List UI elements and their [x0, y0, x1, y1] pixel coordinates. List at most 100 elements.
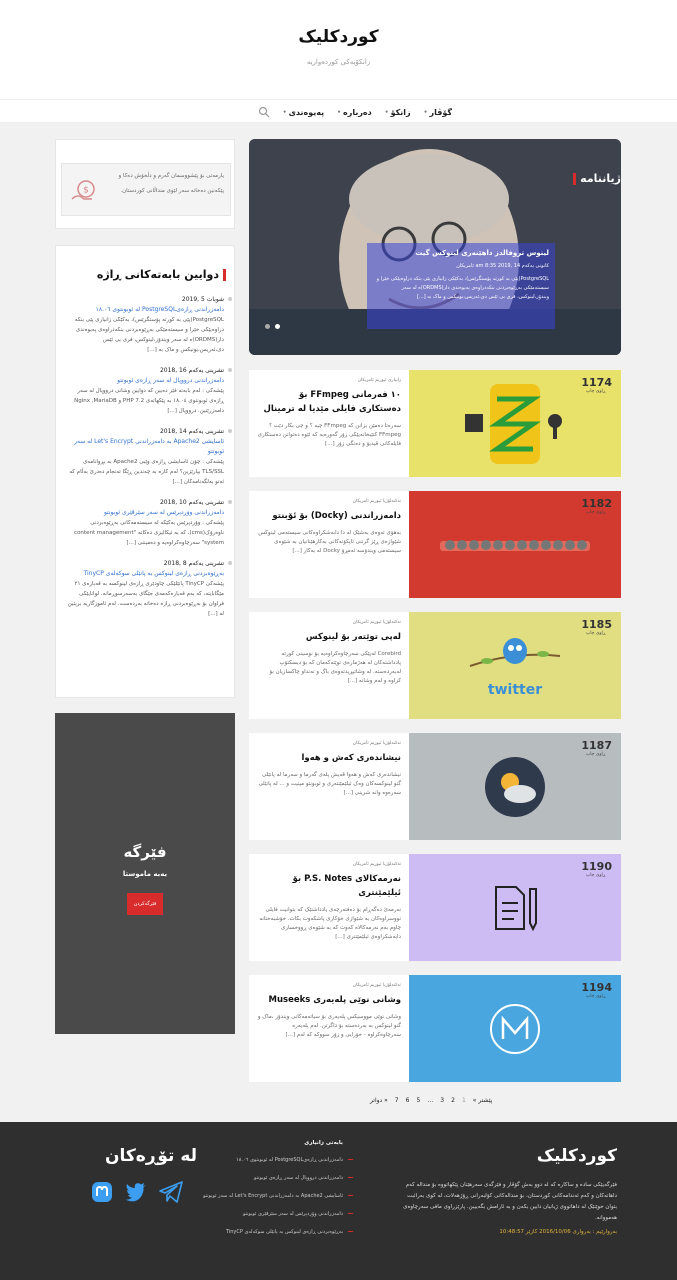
- page-link[interactable]: 7: [395, 1097, 399, 1104]
- featured-slider[interactable]: ژیاننامە لینوس تروفالدز داهێنەری لینوکس …: [249, 139, 621, 355]
- view-count-number: 1190: [581, 860, 612, 873]
- nav-item-about[interactable]: دەربارە •: [337, 108, 372, 117]
- museeks-icon: [490, 1003, 540, 1054]
- post-body: تەکنەلۆژیا ئیوریم ئامریکان لەپی توێتەر ب…: [249, 612, 409, 719]
- site-footer: کوردکلیک فێرگەیێکی سادە و ساکارە کە لە د…: [0, 1122, 677, 1280]
- donate-banner[interactable]: یارمەتی بۆ پێشووسمان گەرم و دڵخۆش دەکا و…: [61, 163, 231, 216]
- social-icons: [90, 1180, 184, 1204]
- site-title[interactable]: کوردکلیک: [0, 27, 677, 47]
- post-title[interactable]: نەرمەکالای P.S. Notes بۆ ئیلێمێنتری: [257, 872, 401, 900]
- next-page-link[interactable]: دواتر »: [370, 1097, 388, 1104]
- coin-hand-icon: $: [71, 180, 95, 200]
- dropdown-dot-icon: •: [384, 108, 389, 116]
- bullet-icon: [228, 297, 232, 301]
- view-count-label: ڕاوی چاپ: [586, 752, 606, 757]
- mastodon-icon[interactable]: [90, 1180, 114, 1204]
- post-excerpt: سەرەتا دەمێن بزانن کە FFmpeg چیە ؟ و چی …: [257, 423, 401, 447]
- view-count: 1187 ڕاوی چاپ: [581, 739, 612, 757]
- footer-link[interactable]: دامەزراندنی درووپال لە سەر ڕازەی ئوبونتو: [203, 1174, 353, 1182]
- view-count-label: ڕاوی چاپ: [586, 873, 606, 878]
- list-item: شوبات 5 ,2019 دامەزراندنی ڕازەیPostgreSQL…: [66, 296, 232, 355]
- current-page: 1: [461, 1097, 466, 1104]
- view-count: 1185 ڕاوی چاپ: [581, 618, 612, 636]
- site-header: کوردکلیک زانکۆیەکی کوردەواریە: [0, 0, 677, 99]
- twitter-bird-icon: twitter: [469, 637, 561, 698]
- page-link[interactable]: 3: [440, 1097, 444, 1104]
- footer-link[interactable]: ئاسایشی Apache2 بە دامەزراندنی Let's Enc…: [203, 1192, 353, 1200]
- post-title[interactable]: نیشاندەری کەش و هەوا: [257, 751, 401, 765]
- search-icon[interactable]: [258, 106, 270, 118]
- post-excerpt: PostgreSQL(پێی بە کورتە پۆستگرێس)، بەکێک…: [74, 317, 224, 353]
- view-count: 1182 ڕاوی چاپ: [581, 497, 612, 515]
- notes-icon: [495, 885, 537, 931]
- title-accent: [223, 268, 226, 281]
- page-link[interactable]: 2: [451, 1097, 455, 1104]
- slider-meta: کانونی یەکەم 14 ,2019 am 8:35 ئامریکان: [456, 263, 549, 269]
- footer-link[interactable]: بەڕێوەبردنی ڕازەی لینوکس بە پانێلی سوکەل…: [203, 1228, 353, 1236]
- post-body: تەکنەلۆژیا ئیوریم ئامریکان نیشاندەری کەش…: [249, 733, 409, 840]
- footer-link[interactable]: دامەزراندنی ڕازەیPostgreSQL لە ئوبونتوی …: [203, 1156, 353, 1164]
- footer-about-text: فێرگەیێکی سادە و ساکارە کە لە دوو بەش گۆ…: [403, 1182, 617, 1221]
- post-title[interactable]: لەپی توێتەر بۆ لینوکس: [257, 630, 401, 644]
- footer-date-label: بەروارێیم :: [592, 1229, 617, 1235]
- page: کوردکلیک زانکۆیەکی کوردەواریە گۆڤار • زان…: [0, 0, 677, 1280]
- post-title[interactable]: وشانی نوێی پلەیەری Museeks: [257, 993, 401, 1007]
- weather-icon: [485, 756, 545, 817]
- post-meta: تەکنەلۆژیا ئیوریم ئامریکان: [352, 499, 401, 504]
- prev-page-link[interactable]: « پێشتر: [473, 1097, 493, 1104]
- post-body: تەکنەلۆژیا ئیوریم ئامریکان وشانی نوێی پل…: [249, 975, 409, 1082]
- page-link[interactable]: 5: [416, 1097, 420, 1104]
- post-link[interactable]: بەڕێوەبردنی ڕازەی لینوکس بە پانێلی سوکەل…: [66, 569, 224, 579]
- post-date: تشرینی یەکەم 16 ,2018: [159, 367, 224, 374]
- post-body: تەکنەلۆژیا ئیوریم ئامریکان دامەزراندنی (…: [249, 491, 409, 598]
- view-count-number: 1182: [581, 497, 612, 510]
- widget-title-text: دوایین بابەتەکانی ڕاژە: [96, 268, 219, 281]
- pagination: دواتر » 7 6 5 … 3 2 1 « پێشتر: [370, 1097, 492, 1104]
- svg-text:twitter: twitter: [488, 682, 542, 698]
- slider-dots: [265, 324, 280, 329]
- donate-widget: یارمەتی بۆ پێشووسمان گەرم و دڵخۆش دەکا و…: [55, 139, 235, 229]
- svg-text:$: $: [83, 186, 89, 196]
- dropdown-dot-icon: •: [337, 108, 341, 116]
- view-count-label: ڕاوی چاپ: [586, 631, 606, 636]
- nav-item-contact[interactable]: پەیوەندی •: [283, 108, 324, 117]
- bullet-icon: [228, 368, 232, 372]
- slider-dot[interactable]: [265, 324, 270, 329]
- site-tagline: زانکۆیەکی کوردەواریە: [306, 58, 371, 66]
- post-date: تشرینی یەکەم 8 ,2018: [163, 560, 224, 567]
- telegram-icon[interactable]: [158, 1180, 184, 1204]
- post-card: زانیاری ئیوریم ئامریکان ١٠ فەرمانی FFmpe…: [249, 370, 621, 477]
- post-link[interactable]: ئاسایشی Apache2 بە دامەزراندنی Let's Enc…: [66, 437, 224, 457]
- post-excerpt: پێشەکی : لەم بابەتە فێر دەبین کە دوایین …: [74, 388, 224, 414]
- view-count: 1190 ڕاوی چاپ: [581, 860, 612, 878]
- page-ellipsis: …: [427, 1097, 434, 1104]
- post-excerpt: Corebird لەپێکی سەرچاوەکراوەیە بۆ نوسینی…: [269, 651, 401, 684]
- promo-button[interactable]: فێرگەکردن: [127, 893, 163, 915]
- post-title[interactable]: ١٠ فەرمانی FFmpeg بۆ دەستکاری فایلی مێدی…: [257, 388, 401, 416]
- post-date: تشرینی یەکەم 10 ,2018: [159, 499, 224, 506]
- post-title[interactable]: دامەزراندنی (Docky) بۆ ئۆبنتو: [257, 509, 401, 523]
- page-link[interactable]: 6: [406, 1097, 410, 1104]
- view-count: 1174 ڕاوی چاپ: [581, 376, 612, 394]
- view-count-label: ڕاوی چاپ: [586, 994, 606, 999]
- twitter-icon[interactable]: [124, 1180, 148, 1204]
- post-link[interactable]: دامەزراندنی وۆردپرێس لە سەر سێرڤێری ئوبو…: [66, 508, 224, 518]
- slider-dot[interactable]: [275, 324, 280, 329]
- post-body: زانیاری ئیوریم ئامریکان ١٠ فەرمانی FFmpe…: [249, 370, 409, 477]
- view-count-label: ڕاوی چاپ: [586, 389, 606, 394]
- nav-item-magazine[interactable]: گۆڤار •: [424, 108, 452, 117]
- post-card: تەکنەلۆژیا ئیوریم ئامریکان نیشاندەری کەش…: [249, 733, 621, 840]
- recent-list: شوبات 5 ,2019 دامەزراندنی ڕازەیPostgreSQL…: [66, 296, 232, 631]
- post-date: تشرینی یەکەم 14 ,2018: [159, 428, 224, 435]
- post-link[interactable]: دامەزراندنی درووپال لە سەر ڕازەی ئوبونتو: [66, 376, 224, 386]
- post-card: تەکنەلۆژیا ئیوریم ئامریکان دامەزراندنی (…: [249, 491, 621, 598]
- post-link[interactable]: دامەزراندنی ڕازەیPostgreSQL لە ئوبونتوی …: [66, 305, 224, 315]
- nav-item-label: گۆڤار: [429, 107, 452, 117]
- list-item: تشرینی یەکەم 8 ,2018 بەڕێوەبردنی ڕازەی لی…: [66, 560, 232, 619]
- nav-item-university[interactable]: زانکۆ •: [385, 108, 411, 117]
- footer-link[interactable]: دامەزراندنی وۆردپرێس لە سەر سێرڤێری ئوبو…: [203, 1210, 353, 1218]
- view-count-label: ڕاوی چاپ: [586, 510, 606, 515]
- view-count-number: 1185: [581, 618, 612, 631]
- slider-caption[interactable]: لینوس تروفالدز داهێنەری لینوکس گیت کانون…: [367, 243, 555, 329]
- slider-title[interactable]: لینوس تروفالدز داهێنەری لینوکس گیت: [373, 249, 549, 257]
